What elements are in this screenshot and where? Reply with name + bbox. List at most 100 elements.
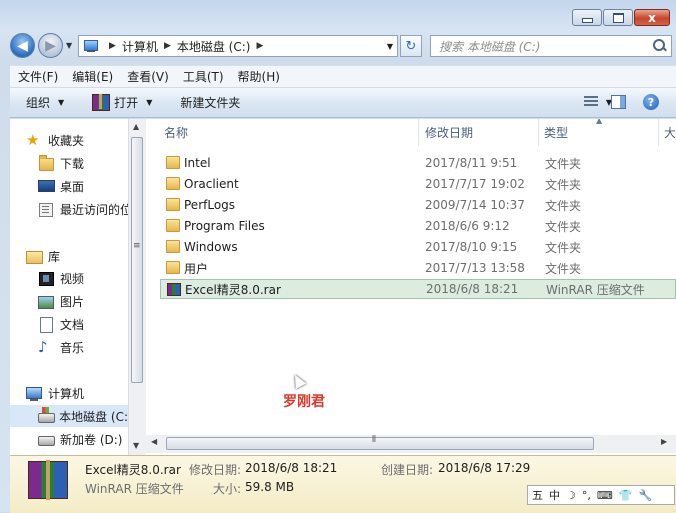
help-button[interactable]: ? [643, 94, 659, 110]
forward-button[interactable]: ▶ [38, 33, 63, 58]
keyboard-icon[interactable]: ⌨ [597, 489, 613, 502]
file-name: Excel精灵8.0.rar [185, 282, 281, 297]
back-button[interactable]: ◀ [10, 33, 35, 58]
ime-chinese-toggle[interactable]: 中 [549, 487, 560, 503]
breadcrumb-separator-icon[interactable]: ▶ [256, 41, 263, 51]
ime-halfwidth-icon[interactable]: ☽ [566, 489, 576, 502]
menu-help[interactable]: 帮助(H) [238, 68, 280, 85]
scrollbar-thumb[interactable] [166, 437, 594, 450]
file-type: 文件夹 [545, 156, 582, 171]
file-row[interactable]: PerfLogs 2009/7/14 10:37 文件夹 [160, 195, 676, 215]
refresh-button[interactable]: ↻ [400, 35, 422, 57]
nav-pictures[interactable]: 图片 [38, 290, 84, 312]
menu-file[interactable]: 文件(F) [18, 68, 58, 85]
breadcrumb-separator-icon[interactable]: ▶ [164, 41, 171, 51]
grip-icon: ⦀ [372, 435, 376, 445]
file-row-selected[interactable]: Excel精灵8.0.rar 2018/6/8 18:21 WinRAR 压缩文… [160, 279, 676, 299]
minimize-button[interactable] [572, 9, 602, 26]
column-header-date[interactable]: 修改日期 [425, 119, 473, 146]
scroll-down-icon[interactable]: ▼ [133, 441, 139, 450]
nav-desktop[interactable]: 桌面 [38, 175, 84, 197]
change-view-button[interactable]: ▼ [583, 96, 612, 108]
scrollbar-thumb[interactable] [131, 137, 143, 383]
menu-bar: 文件(F) 编辑(E) 查看(V) 工具(T) 帮助(H) [10, 65, 676, 87]
nav-drive-c[interactable]: 本地磁盘 (C: [10, 405, 128, 427]
file-type: 文件夹 [545, 177, 582, 192]
nav-favorites[interactable]: ★ 收藏夹 [26, 129, 84, 151]
horizontal-scrollbar[interactable]: ◀ ⦀ ▶ [146, 435, 676, 453]
menu-view[interactable]: 查看(V) [127, 68, 169, 85]
nav-music[interactable]: ♪ 音乐 [38, 336, 84, 358]
new-folder-label: 新建文件夹 [180, 96, 241, 110]
arrow-right-icon: ▶ [45, 37, 56, 54]
file-type: 文件夹 [545, 240, 582, 255]
folder-icon [166, 261, 180, 274]
file-row[interactable]: Program Files 2018/6/6 9:12 文件夹 [160, 216, 676, 236]
new-folder-button[interactable]: 新建文件夹 [180, 94, 240, 111]
picture-icon [38, 294, 54, 309]
breadcrumb-drive-c[interactable]: 本地磁盘 (C:) [177, 38, 251, 55]
scroll-left-icon[interactable]: ◀ [151, 437, 157, 446]
nav-downloads[interactable]: 下载 [38, 152, 84, 174]
document-icon [38, 317, 54, 333]
nav-libraries[interactable]: 库 [26, 245, 60, 267]
file-row[interactable]: Windows 2017/8/10 9:15 文件夹 [160, 237, 676, 257]
address-bar[interactable]: ▶ 计算机 ▶ 本地磁盘 (C:) ▶ ▼ [78, 35, 398, 57]
file-row[interactable]: Intel 2017/8/11 9:51 文件夹 [160, 153, 676, 173]
file-row[interactable]: 用户 2017/7/13 13:58 文件夹 [160, 258, 676, 278]
refresh-icon: ↻ [405, 38, 417, 54]
menu-edit[interactable]: 编辑(E) [72, 68, 113, 85]
music-note-icon: ♪ [38, 338, 48, 356]
open-button[interactable]: 打开 ▼ [92, 94, 152, 111]
address-dropdown-icon[interactable]: ▼ [387, 42, 393, 51]
nav-computer[interactable]: 计算机 [26, 382, 84, 404]
winrar-icon [167, 283, 181, 296]
scroll-right-icon[interactable]: ▶ [661, 437, 667, 446]
nav-scrollbar[interactable]: ▲ ≡ ▼ [128, 119, 146, 455]
nav-videos[interactable]: 视频 [38, 267, 84, 289]
nav-documents[interactable]: 文档 [38, 313, 84, 335]
breadcrumb-computer[interactable]: 计算机 [122, 38, 158, 55]
chevron-down-icon: ▼ [146, 98, 153, 107]
nav-music-label: 音乐 [60, 340, 85, 355]
nav-recent-label: 最近访问的位 [60, 202, 128, 217]
column-divider[interactable] [538, 119, 539, 146]
column-divider[interactable] [418, 119, 419, 146]
file-name: Intel [184, 156, 211, 170]
nav-recent-places[interactable]: 最近访问的位 [38, 198, 128, 220]
scroll-up-icon[interactable]: ▲ [133, 122, 139, 131]
organize-label: 组织 [26, 96, 51, 110]
wrench-icon[interactable]: 🔧 [638, 489, 652, 502]
file-row[interactable]: Oraclient 2017/7/17 19:02 文件夹 [160, 174, 676, 194]
search-placeholder: 搜索 本地磁盘 (C:) [439, 39, 541, 54]
maximize-button[interactable] [603, 9, 633, 26]
recent-pages-dropdown[interactable]: ▼ [66, 41, 72, 50]
organize-button[interactable]: 组织 ▼ [26, 94, 64, 111]
menu-tools[interactable]: 工具(T) [183, 68, 224, 85]
drive-icon [38, 432, 55, 446]
details-created-label: 创建日期: [381, 463, 434, 477]
column-header-size[interactable]: 大 [664, 119, 676, 146]
file-date: 2017/8/11 9:51 [425, 156, 518, 170]
close-button[interactable]: x [634, 9, 670, 26]
preview-pane-button[interactable] [611, 95, 626, 109]
column-header-name[interactable]: 名称 [164, 119, 188, 146]
file-name: PerfLogs [184, 198, 236, 212]
details-modified-label: 修改日期: [189, 463, 242, 477]
column-divider[interactable] [658, 119, 659, 146]
details-type: WinRAR 压缩文件 [85, 482, 184, 496]
file-date: 2009/7/14 10:37 [425, 198, 525, 212]
ime-punctuation-icon[interactable]: °, [582, 489, 591, 502]
ime-mode-icon[interactable]: 五 [532, 487, 543, 503]
folder-icon [166, 219, 180, 232]
file-date: 2017/7/17 19:02 [425, 177, 525, 191]
nav-drive-d[interactable]: 新加卷 (D:) [38, 428, 122, 450]
search-icon[interactable] [653, 39, 667, 53]
breadcrumb-separator-icon[interactable]: ▶ [109, 41, 116, 51]
search-input[interactable]: 搜索 本地磁盘 (C:) [430, 35, 672, 57]
address-row: ◀ ▶ ▼ ▶ 计算机 ▶ 本地磁盘 (C:) ▶ ▼ ↻ 搜索 本地磁盘 (C… [0, 31, 676, 61]
explorer-window: x ◀ ▶ ▼ ▶ 计算机 ▶ 本地磁盘 (C:) ▶ ▼ ↻ 搜索 本地磁盘 … [0, 0, 676, 513]
skin-icon[interactable]: 👕 [619, 489, 633, 502]
column-header-type[interactable]: 类型 [544, 119, 568, 146]
star-icon: ★ [26, 131, 40, 149]
